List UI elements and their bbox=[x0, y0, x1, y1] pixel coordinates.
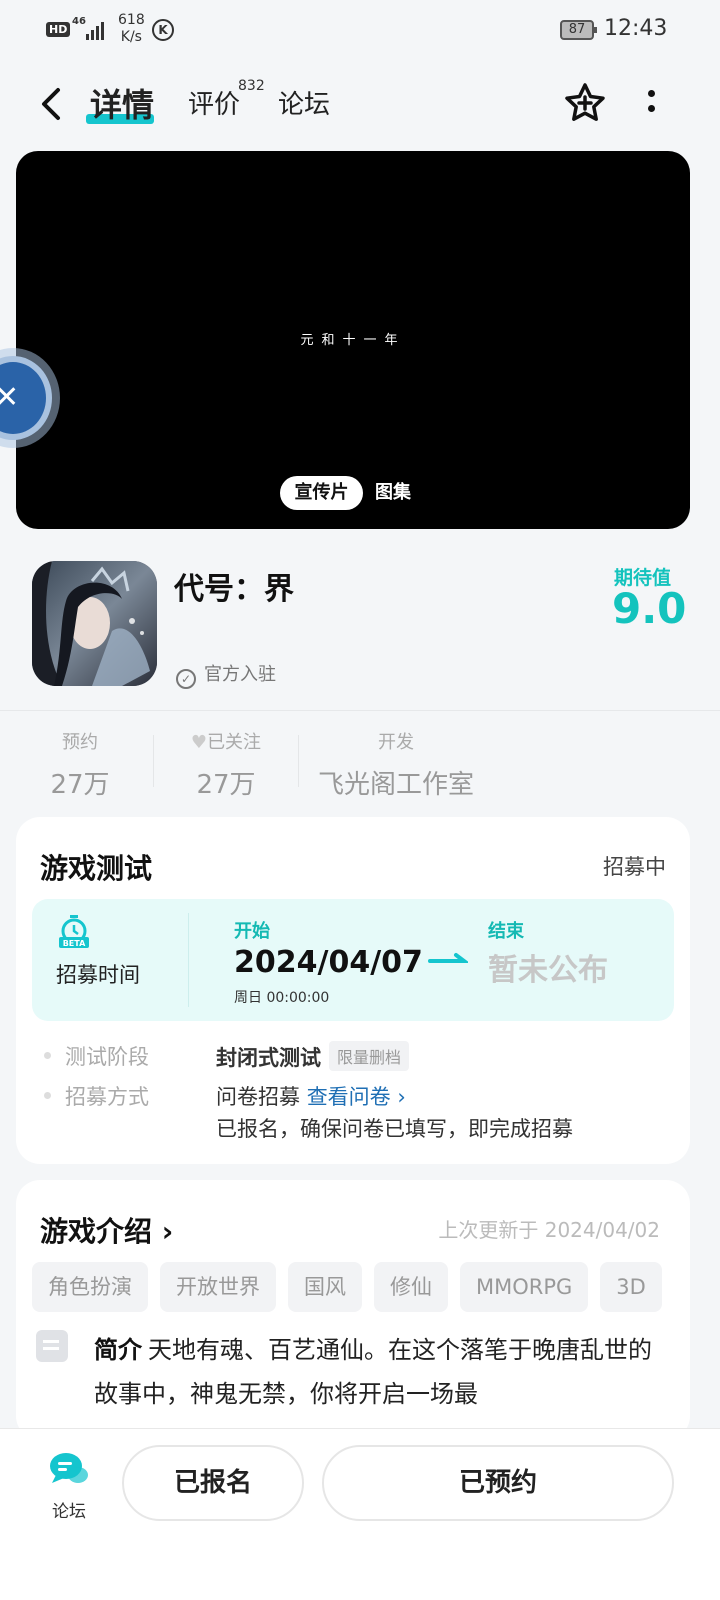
hd-badge: HD bbox=[46, 22, 71, 37]
stat-followers[interactable]: ♥已关注 27万 bbox=[180, 728, 272, 801]
review-count-badge: 832 bbox=[238, 78, 265, 94]
start-date: 2024/04/07 bbox=[234, 945, 423, 980]
svg-text:BETA: BETA bbox=[63, 939, 86, 948]
intro-card-title[interactable]: 游戏介绍 › bbox=[40, 1210, 173, 1250]
back-arrow-icon[interactable] bbox=[36, 84, 66, 124]
tag[interactable]: 修仙 bbox=[374, 1262, 448, 1312]
net-speed: 618 K/s bbox=[118, 12, 145, 45]
battery-icon: 87 bbox=[560, 20, 597, 40]
stat-reservations: 预约 27万 bbox=[50, 732, 110, 800]
tag[interactable]: 角色扮演 bbox=[32, 1262, 148, 1312]
recruit-method-label: 招募方式 bbox=[44, 1081, 149, 1111]
promo-video-toggle[interactable]: 宣传片 bbox=[280, 476, 363, 510]
end-label: 结束 bbox=[488, 921, 524, 942]
top-nav: 详情 评价 832 论坛 bbox=[0, 66, 720, 142]
stat-developer[interactable]: 开发 飞光阁工作室 bbox=[310, 728, 482, 801]
tag[interactable]: MMORPG bbox=[460, 1262, 589, 1312]
start-time: 周日 00:00:00 bbox=[234, 990, 330, 1006]
arrow-right-icon bbox=[428, 945, 470, 975]
recruit-method-value: 问卷招募 查看问卷 › bbox=[216, 1085, 406, 1109]
tag[interactable]: 国风 bbox=[288, 1262, 362, 1312]
forum-label[interactable]: 论坛 bbox=[52, 1497, 86, 1522]
tab-forum[interactable]: 论坛 bbox=[278, 84, 330, 121]
recruit-time-box: BETA 招募时间 开始 2024/04/07 周日 00:00:00 结束 暂… bbox=[32, 899, 674, 1021]
tab-review[interactable]: 评价 bbox=[188, 84, 240, 121]
game-title: 代号：界 bbox=[174, 572, 294, 607]
summary-text: 简介 天地有魂、百艺通仙。在这个落笔于晚唐乱世的故事中，神鬼无禁，你将开启一场最 bbox=[94, 1336, 652, 1408]
check-circle-icon: ✓ bbox=[176, 669, 196, 689]
recruit-time-label: 招募时间 bbox=[56, 963, 140, 987]
gallery-toggle[interactable]: 图集 bbox=[375, 476, 411, 510]
update-time: 上次更新于 2024/04/02 bbox=[438, 1218, 660, 1242]
start-label: 开始 bbox=[234, 921, 270, 942]
expectation-value: 9.0 bbox=[612, 584, 687, 633]
divider bbox=[188, 913, 189, 1007]
clock: 12:43 bbox=[604, 16, 668, 41]
tag-list: 角色扮演 开放世界 国风 修仙 MMORPG 3D bbox=[32, 1262, 690, 1314]
more-vertical-icon[interactable] bbox=[644, 90, 658, 120]
tab-detail[interactable]: 详情 bbox=[90, 80, 154, 126]
game-intro-card: 游戏介绍 › 上次更新于 2024/04/02 角色扮演 开放世界 国风 修仙 MMOR… bbox=[16, 1180, 690, 1440]
star-add-icon[interactable] bbox=[564, 82, 606, 124]
k-app-icon: K bbox=[152, 19, 174, 41]
reserved-button[interactable]: 已预约 bbox=[322, 1445, 674, 1521]
tag[interactable]: 3D bbox=[600, 1262, 662, 1312]
status-bar: HD 46 618 K/s K 87 12:43 bbox=[0, 0, 720, 62]
game-icon bbox=[32, 561, 157, 686]
end-value: 暂未公布 bbox=[488, 953, 608, 988]
tag[interactable]: 开放世界 bbox=[160, 1262, 276, 1312]
divider bbox=[153, 735, 154, 787]
close-icon: ✕ bbox=[0, 380, 20, 415]
view-survey-link[interactable]: 查看问卷 › bbox=[307, 1085, 406, 1109]
divider bbox=[0, 710, 720, 711]
video-caption: 元和十一年 bbox=[300, 333, 406, 348]
signal-icon: 46 bbox=[72, 16, 108, 40]
game-test-card: 游戏测试 招募中 BETA 招募时间 开始 2024/04/07 周日 00:0… bbox=[16, 817, 690, 1164]
divider bbox=[298, 735, 299, 787]
official-badge: ✓ 官方入驻 bbox=[176, 660, 276, 689]
signed-up-button[interactable]: 已报名 bbox=[122, 1445, 304, 1521]
recruit-status: 招募中 bbox=[603, 855, 666, 879]
recruit-note: 已报名，确保问卷已填写，即完成招募 bbox=[216, 1117, 573, 1141]
video-player[interactable]: 元和十一年 宣传片 图集 bbox=[16, 151, 690, 529]
heart-icon: ♥ bbox=[190, 732, 208, 753]
test-card-title: 游戏测试 bbox=[40, 852, 153, 885]
forum-chat-icon[interactable] bbox=[48, 1451, 90, 1489]
test-stage-label: 测试阶段 bbox=[44, 1041, 149, 1071]
beta-timer-icon: BETA bbox=[58, 915, 90, 949]
summary-icon bbox=[36, 1330, 68, 1362]
test-stage-value: 封闭式测试 限量删档 bbox=[216, 1041, 410, 1072]
limit-tag: 限量删档 bbox=[329, 1041, 410, 1071]
bottom-action-bar: 论坛 已报名 已预约 bbox=[0, 1428, 720, 1600]
